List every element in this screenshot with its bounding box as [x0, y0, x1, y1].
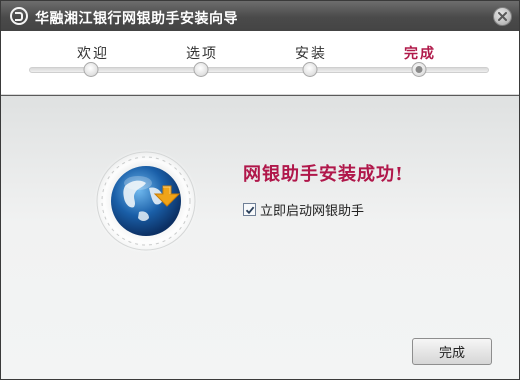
installer-window: 华融湘江银行网银助手安装向导 欢迎 选项 安装 完成 网银助手安装成功! 立即启… — [0, 0, 520, 380]
close-icon — [498, 12, 507, 21]
step-label-install: 安装 — [295, 45, 327, 61]
launch-checkbox-label: 立即启动网银助手 — [260, 203, 365, 218]
step-dot-finish — [411, 62, 427, 77]
launch-option[interactable]: 立即启动网银助手 — [243, 200, 364, 219]
bank-logo-icon — [10, 7, 28, 25]
window-title: 华融湘江银行网银助手安装向导 — [35, 10, 238, 26]
step-progress-bar: 欢迎 选项 安装 完成 — [1, 31, 519, 95]
close-button[interactable] — [493, 7, 512, 26]
step-label-welcome: 欢迎 — [77, 45, 109, 61]
step-dot-welcome — [83, 62, 99, 77]
step-label-options: 选项 — [186, 45, 218, 61]
content-panel: 网银助手安装成功! 立即启动网银助手 完成 — [1, 96, 519, 379]
globe-download-icon — [91, 146, 201, 256]
launch-checkbox[interactable] — [243, 203, 256, 216]
finish-button[interactable]: 完成 — [412, 338, 492, 365]
step-dot-install — [302, 62, 318, 77]
success-message: 网银助手安装成功! — [243, 164, 404, 185]
step-dot-options — [193, 62, 209, 77]
title-bar[interactable]: 华融湘江银行网银助手安装向导 — [1, 1, 519, 31]
step-label-finish: 完成 — [404, 45, 436, 61]
checkmark-icon — [245, 206, 254, 214]
